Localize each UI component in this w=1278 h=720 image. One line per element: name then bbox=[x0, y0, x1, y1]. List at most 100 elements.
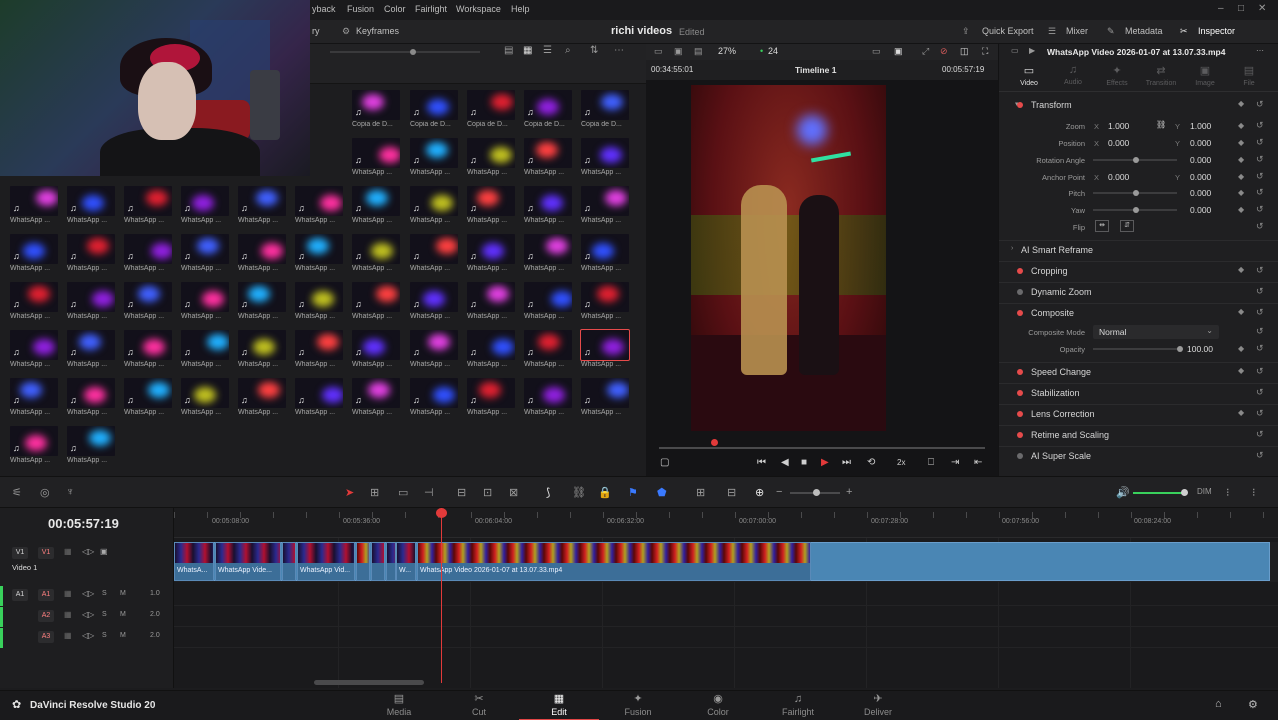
timeline-clip-5[interactable] bbox=[356, 542, 370, 581]
page-tab-cut[interactable]: ✂ Cut bbox=[439, 693, 519, 720]
trim-tool-icon[interactable]: ⊞ bbox=[370, 486, 379, 499]
opacity-reset-icon[interactable]: ↺ bbox=[1256, 343, 1264, 354]
media-pool-clip[interactable]: ♫ WhatsApp ... bbox=[238, 330, 286, 374]
keyframes-button[interactable]: Keyframes bbox=[356, 26, 399, 36]
media-pool-clip[interactable]: ♫ WhatsApp ... bbox=[238, 282, 286, 326]
transform-reset-icon[interactable]: ↺ bbox=[1256, 99, 1264, 110]
composite-enable-dot[interactable] bbox=[1017, 310, 1023, 316]
media-pool-clip[interactable]: ♫ WhatsApp ... bbox=[524, 138, 572, 182]
minimize-icon[interactable]: – bbox=[1218, 3, 1224, 14]
v1-dest-badge[interactable]: V1 bbox=[38, 547, 54, 559]
timeline-clip-4[interactable]: WhatsApp Vid... bbox=[297, 542, 355, 581]
pitch-y-value[interactable]: 0.000 bbox=[1190, 188, 1211, 198]
zoom-full-icon[interactable]: ⊞ bbox=[696, 486, 705, 499]
media-pool-clip[interactable]: ♫ WhatsApp ... bbox=[467, 138, 515, 182]
lens-correction-enable-dot[interactable] bbox=[1017, 411, 1023, 417]
media-pool-clip[interactable]: ♫ WhatsApp ... bbox=[352, 234, 400, 278]
yaw-keyframe-icon[interactable]: ◆ bbox=[1238, 205, 1244, 214]
timeline-settings-icon[interactable]: ◎ bbox=[40, 486, 50, 499]
rotation-angle-y-value[interactable]: 0.000 bbox=[1190, 155, 1211, 165]
viewer-source-icon[interactable]: ▤ bbox=[694, 46, 703, 57]
anchor-point-reset-icon[interactable]: ↺ bbox=[1256, 171, 1264, 182]
stabilization-section[interactable]: Stabilization ↺ bbox=[999, 383, 1278, 403]
media-pool-clip[interactable]: ♫ WhatsApp ... bbox=[10, 234, 58, 278]
media-pool-clip[interactable]: ♫ WhatsApp ... bbox=[581, 378, 629, 422]
media-pool-clip[interactable]: ♫ WhatsApp ... bbox=[181, 186, 229, 230]
video-track-name[interactable]: Video 1 bbox=[12, 563, 37, 572]
thumbnail-size-handle[interactable] bbox=[410, 49, 416, 55]
media-pool-clip[interactable]: ♫ Copia de D... bbox=[352, 90, 400, 134]
yaw-slider-handle[interactable] bbox=[1133, 207, 1139, 213]
zoom-reset-icon[interactable]: ↺ bbox=[1256, 120, 1264, 131]
media-pool-clip[interactable]: ♫ WhatsApp ... bbox=[295, 330, 343, 374]
audio-panel-icon[interactable]: ⁝ bbox=[1226, 486, 1230, 499]
zoom-detail-icon[interactable]: ⊟ bbox=[727, 486, 736, 499]
media-pool-clip[interactable]: ♫ WhatsApp ... bbox=[524, 378, 572, 422]
media-pool-clip[interactable]: ♫ WhatsApp ... bbox=[67, 378, 115, 422]
cropping-enable-dot[interactable] bbox=[1017, 268, 1023, 274]
dynamic-zoom-enable-dot[interactable] bbox=[1017, 289, 1023, 295]
audio-meter-icon[interactable]: ♆ bbox=[66, 486, 74, 498]
a3-auto-select-icon[interactable]: ◁▷ bbox=[82, 631, 94, 640]
composite-mode-reset-icon[interactable]: ↺ bbox=[1256, 326, 1264, 337]
speed-change-section[interactable]: Speed Change ◆ ↺ bbox=[999, 362, 1278, 382]
media-pool-clip[interactable]: ♫ WhatsApp ... bbox=[124, 186, 172, 230]
a3-mute-button[interactable]: M bbox=[120, 632, 126, 639]
speed-change-enable-dot[interactable] bbox=[1017, 369, 1023, 375]
timeline-tracks[interactable]: 00:05:08:00 00:05:36:00 00:06:04:00 00:06:3… bbox=[174, 508, 1278, 688]
media-pool-clip[interactable]: ♫ WhatsApp ... bbox=[467, 378, 515, 422]
pitch-slider-handle[interactable] bbox=[1133, 190, 1139, 196]
maximize-icon[interactable]: □ bbox=[1238, 3, 1244, 14]
a1-mute-button[interactable]: M bbox=[120, 590, 126, 597]
ai-smart-reframe-section[interactable]: › AI Smart Reframe bbox=[999, 240, 1278, 260]
media-pool-clip[interactable]: ♫ WhatsApp ... bbox=[352, 378, 400, 422]
a2-solo-button[interactable]: S bbox=[102, 611, 107, 618]
page-tab-fusion[interactable]: ✦ Fusion bbox=[598, 693, 678, 720]
timeline-viewer[interactable] bbox=[646, 80, 998, 476]
metadata-view-icon[interactable]: ▤ bbox=[504, 45, 513, 56]
media-pool-clip[interactable]: ♫ WhatsApp ... bbox=[524, 282, 572, 326]
jump-to-end-icon[interactable]: ⏭ bbox=[842, 457, 851, 468]
flip-reset-icon[interactable]: ↺ bbox=[1256, 221, 1264, 232]
volume-slider[interactable] bbox=[1133, 492, 1185, 494]
pitch-reset-icon[interactable]: ↺ bbox=[1256, 187, 1264, 198]
page-tab-color[interactable]: ◉ Color bbox=[678, 693, 758, 720]
ai-super-scale-section[interactable]: AI Super Scale ↺ bbox=[999, 446, 1278, 466]
inspector-tab-transition[interactable]: ⇄ Transition bbox=[1139, 64, 1183, 87]
cropping-section[interactable]: Cropping ◆ ↺ bbox=[999, 261, 1278, 281]
media-pool-clip[interactable]: ♫ WhatsApp ... bbox=[67, 426, 115, 470]
media-pool-clip[interactable]: ♫ WhatsApp ... bbox=[67, 186, 115, 230]
menu-help[interactable]: Help bbox=[511, 4, 530, 14]
timeline-clip-2[interactable]: WhatsApp Vide... bbox=[215, 542, 281, 581]
play-icon[interactable]: ▶ bbox=[821, 457, 829, 468]
opacity-value[interactable]: 100.00 bbox=[1187, 344, 1213, 354]
media-pool-clip[interactable]: ♫ WhatsApp ... bbox=[181, 378, 229, 422]
composite-mode-select[interactable]: Normal ⌄ bbox=[1093, 325, 1219, 339]
timeline-clip-3[interactable] bbox=[282, 542, 296, 581]
a2-mute-button[interactable]: M bbox=[120, 611, 126, 618]
metadata-button[interactable]: Metadata bbox=[1125, 26, 1163, 36]
sort-icon[interactable]: ⇅ bbox=[590, 45, 598, 56]
flip-vertical-icon[interactable]: ⇵ bbox=[1120, 220, 1134, 232]
settings-gear-icon[interactable]: ⚙ bbox=[1248, 698, 1258, 711]
dynamic-zoom-section[interactable]: Dynamic Zoom ↺ bbox=[999, 282, 1278, 302]
composite-keyframe-icon[interactable]: ◆ bbox=[1238, 307, 1244, 316]
a3-lock-icon[interactable]: ▦ bbox=[64, 631, 72, 640]
zoom-x-value[interactable]: 1.000 bbox=[1108, 121, 1129, 131]
retime-scaling-section[interactable]: Retime and Scaling ↺ bbox=[999, 425, 1278, 445]
cropping-keyframe-icon[interactable]: ◆ bbox=[1238, 265, 1244, 274]
inspector-mode-icon[interactable]: ▭ bbox=[1011, 46, 1019, 55]
media-pool-clip[interactable]: ♫ Copia de D... bbox=[410, 90, 458, 134]
media-pool-clip[interactable]: ♫ WhatsApp ... bbox=[410, 378, 458, 422]
media-pool-clip[interactable]: ♫ WhatsApp ... bbox=[467, 234, 515, 278]
toolbar-left-label[interactable]: ry bbox=[312, 26, 320, 36]
viewer-mode-icon[interactable]: ▣ bbox=[674, 46, 683, 57]
stop-icon[interactable]: ■ bbox=[801, 457, 807, 468]
media-pool-clip[interactable]: ♫ WhatsApp ... bbox=[181, 282, 229, 326]
mark-out-icon[interactable]: ⇤ bbox=[974, 457, 982, 468]
media-pool-clip[interactable]: ♫ WhatsApp ... bbox=[10, 186, 58, 230]
media-pool-clip[interactable]: ♫ WhatsApp ... bbox=[581, 282, 629, 326]
media-pool-clip[interactable]: ♫ WhatsApp ... bbox=[352, 138, 400, 182]
rotation-angle-keyframe-icon[interactable]: ◆ bbox=[1238, 155, 1244, 164]
mixer-button[interactable]: Mixer bbox=[1066, 26, 1088, 36]
